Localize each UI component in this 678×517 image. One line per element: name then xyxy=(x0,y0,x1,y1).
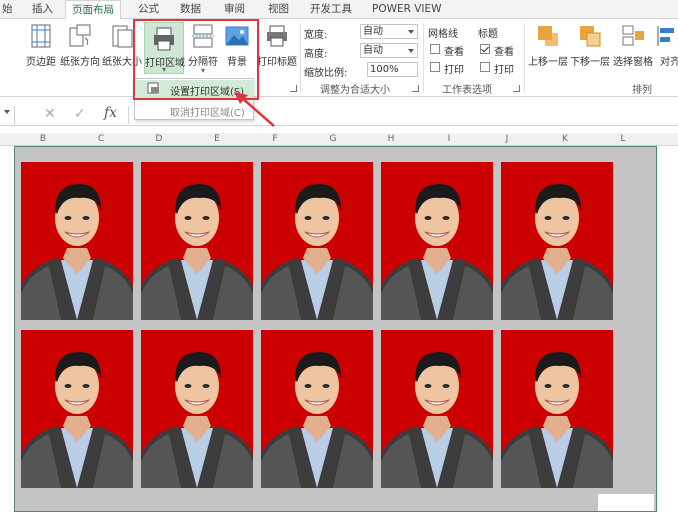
column-header[interactable]: J xyxy=(478,133,536,146)
bring-forward-label: 上移一层 xyxy=(528,57,568,68)
print-titles-label: 打印标题 xyxy=(257,57,297,68)
send-backward-label: 下移一层 xyxy=(570,57,610,68)
tab-developer[interactable]: 开发工具 xyxy=(308,0,354,19)
column-header[interactable]: C xyxy=(72,133,130,146)
tab-home[interactable]: 始 xyxy=(0,0,15,19)
zoom-stepper[interactable]: 100% xyxy=(367,62,418,77)
portrait-photo xyxy=(141,330,253,488)
headings-view-checkbox[interactable] xyxy=(480,44,490,54)
column-header[interactable]: L xyxy=(594,133,652,146)
gridlines-title: 网格线 xyxy=(428,29,458,40)
scale-group-label: 调整为合适大小 xyxy=(320,85,390,96)
height-select[interactable]: 自动 xyxy=(360,43,418,58)
column-header-row: B C D E F G H I J K L xyxy=(0,133,678,146)
headings-print-checkbox[interactable] xyxy=(480,62,490,72)
height-value: 自动 xyxy=(363,45,383,56)
tab-view[interactable]: 视图 xyxy=(266,0,291,19)
gridlines-print-checkbox[interactable] xyxy=(430,62,440,72)
tab-power-view[interactable]: POWER VIEW xyxy=(370,0,444,19)
ribbon-tab-bar: 始 插入 页面布局 公式 数据 审阅 视图 开发工具 POWER VIEW xyxy=(0,0,678,20)
zoom-value: 100% xyxy=(370,64,399,75)
align-label: 对齐 xyxy=(660,57,678,68)
portrait-photo xyxy=(261,162,373,320)
column-header[interactable]: D xyxy=(130,133,188,146)
column-header[interactable]: K xyxy=(536,133,594,146)
portrait-photo xyxy=(501,162,613,320)
portrait-photo xyxy=(21,330,133,488)
paper-size-icon xyxy=(112,25,133,48)
gridlines-view-checkbox[interactable] xyxy=(430,44,440,54)
column-header[interactable]: E xyxy=(188,133,246,146)
column-header[interactable]: G xyxy=(304,133,362,146)
column-header[interactable]: I xyxy=(420,133,478,146)
enter-icon[interactable]: ✓ xyxy=(74,106,86,122)
scale-launcher-icon[interactable] xyxy=(412,85,419,92)
group-separator xyxy=(300,23,301,93)
tab-review[interactable]: 审阅 xyxy=(222,0,247,19)
column-header[interactable]: B xyxy=(14,133,72,146)
headings-title: 标题 xyxy=(478,29,498,40)
chevron-down-icon xyxy=(408,49,414,53)
margins-label: 页边距 xyxy=(26,57,56,68)
margins-button[interactable]: 页边距 xyxy=(22,19,60,77)
name-box-dropdown-icon[interactable] xyxy=(4,110,10,114)
height-label: 高度: xyxy=(304,49,328,60)
portrait-photo xyxy=(141,162,253,320)
portrait-photo xyxy=(261,330,373,488)
page-setup-launcher-icon[interactable] xyxy=(290,85,297,92)
portrait-photo xyxy=(381,162,493,320)
arrange-group-label: 排列 xyxy=(632,85,652,96)
zoom-label: 缩放比例: xyxy=(304,68,348,79)
margins-icon xyxy=(31,24,51,48)
orientation-button[interactable]: 纸张方向 xyxy=(58,19,102,77)
headings-view-label: 查看 xyxy=(494,47,514,58)
column-header[interactable]: H xyxy=(362,133,420,146)
group-separator xyxy=(423,23,424,93)
group-separator xyxy=(524,23,525,93)
tab-data[interactable]: 数据 xyxy=(178,0,203,19)
sheet-options-group-label: 工作表选项 xyxy=(442,85,492,96)
send-backward-icon xyxy=(580,26,601,47)
align-icon xyxy=(657,26,674,46)
annotation-arrow-icon xyxy=(234,92,275,127)
tab-formulas[interactable]: 公式 xyxy=(136,0,161,19)
portrait-photo xyxy=(21,162,133,320)
print-titles-button[interactable]: 打印标题 xyxy=(255,19,299,77)
headings-print-label: 打印 xyxy=(494,65,514,76)
blank-cell-patch xyxy=(598,494,654,511)
selection-pane-icon xyxy=(622,25,644,46)
formula-bar: ✕ ✓ fx xyxy=(0,104,678,126)
orientation-label: 纸张方向 xyxy=(60,57,100,68)
bring-forward-button[interactable]: 上移一层 xyxy=(527,19,569,77)
portrait-photo xyxy=(381,330,493,488)
gridlines-print-label: 打印 xyxy=(444,65,464,76)
cancel-icon[interactable]: ✕ xyxy=(44,106,56,122)
width-value: 自动 xyxy=(363,26,383,37)
divider xyxy=(14,106,15,124)
ribbon: 页边距 纸张方向 纸张大小 打印区域 ▾ 分隔符 ▾ 背景 打印标题 页 宽度:… xyxy=(0,19,678,97)
bring-forward-icon xyxy=(538,26,558,46)
width-label: 宽度: xyxy=(304,30,328,41)
send-backward-button[interactable]: 下移一层 xyxy=(569,19,611,77)
highlight-box xyxy=(133,19,259,100)
orientation-icon xyxy=(69,24,91,47)
selection-pane-button[interactable]: 选择窗格 xyxy=(611,19,655,77)
align-button[interactable]: 对齐 xyxy=(655,19,678,77)
selection-pane-label: 选择窗格 xyxy=(613,57,653,68)
column-header[interactable]: F xyxy=(246,133,304,146)
gridlines-view-label: 查看 xyxy=(444,47,464,58)
sheet-options-launcher-icon[interactable] xyxy=(513,85,520,92)
insert-function-icon[interactable]: fx xyxy=(104,105,117,121)
portrait-photo xyxy=(501,330,613,488)
print-titles-icon xyxy=(267,25,287,47)
width-select[interactable]: 自动 xyxy=(360,24,418,39)
tab-page-layout[interactable]: 页面布局 xyxy=(65,0,121,20)
tab-insert[interactable]: 插入 xyxy=(30,0,55,19)
chevron-down-icon xyxy=(408,30,414,34)
